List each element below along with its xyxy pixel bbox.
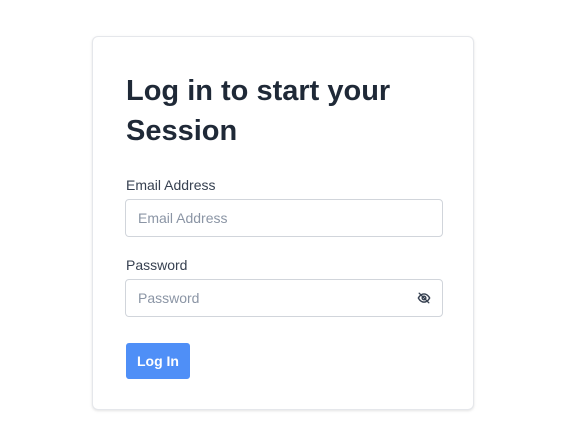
email-label: Email Address bbox=[126, 177, 216, 193]
email-field[interactable] bbox=[126, 200, 442, 236]
page-title: Log in to start your Session bbox=[126, 75, 391, 147]
email-field-container bbox=[125, 199, 443, 237]
password-field-container bbox=[125, 279, 443, 317]
password-field[interactable] bbox=[126, 280, 442, 316]
login-card: Log in to start your Session Email Addre… bbox=[92, 36, 474, 410]
password-label: Password bbox=[126, 257, 188, 273]
eye-slash-icon[interactable] bbox=[417, 291, 431, 305]
login-button[interactable]: Log In bbox=[126, 343, 190, 379]
